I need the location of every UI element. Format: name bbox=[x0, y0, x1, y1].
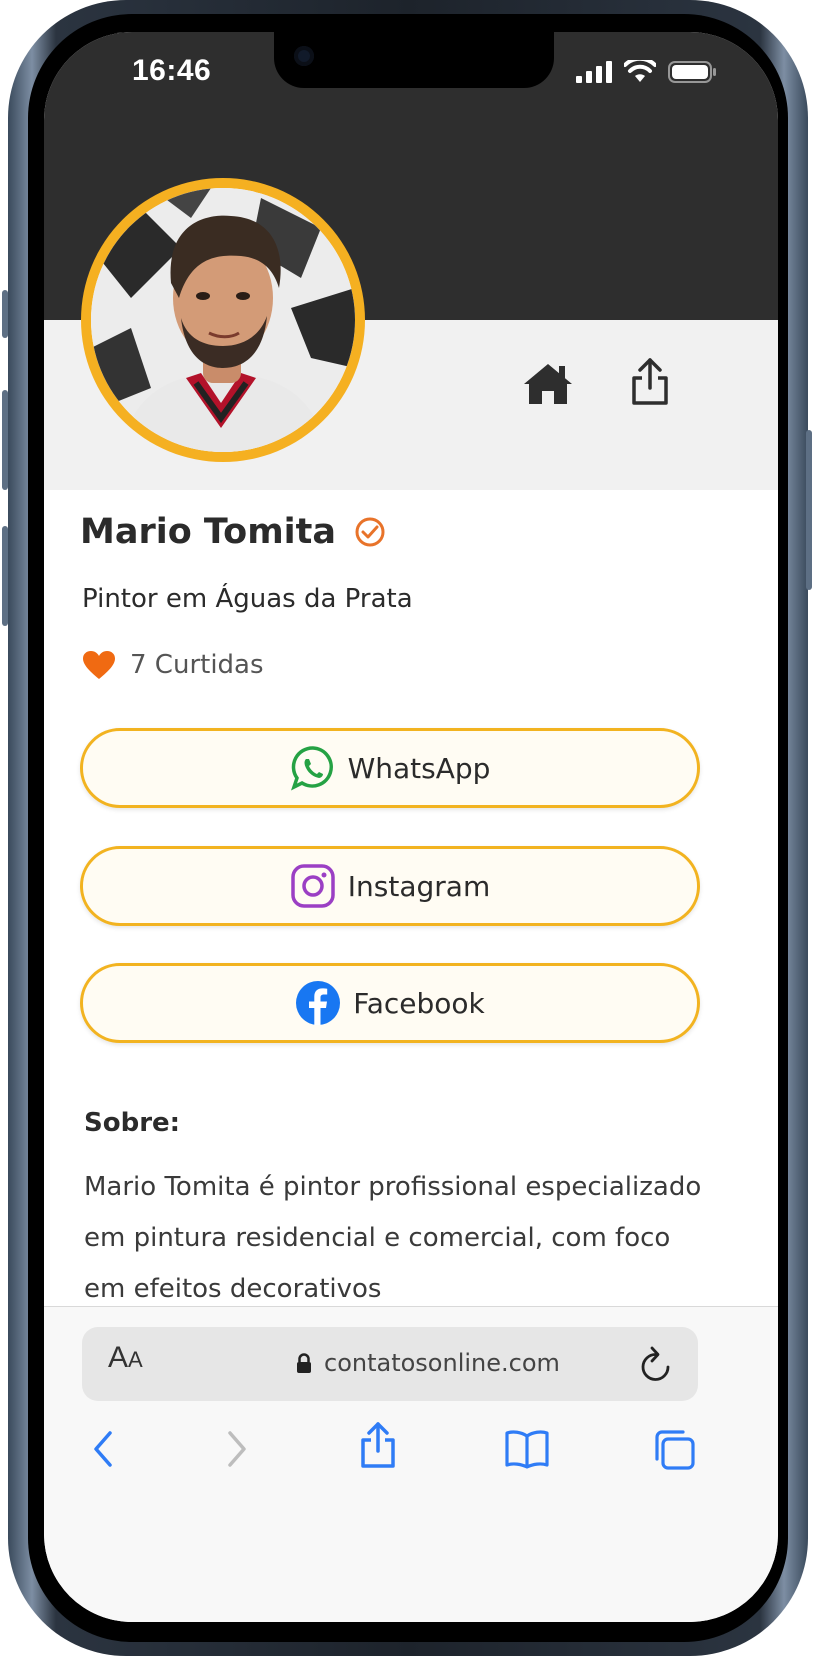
lock-icon bbox=[297, 1353, 311, 1373]
text-size-label-small: A bbox=[128, 1347, 143, 1372]
reload-icon[interactable] bbox=[638, 1345, 674, 1383]
verified-check-icon bbox=[355, 517, 385, 547]
forward-icon[interactable] bbox=[222, 1429, 252, 1469]
avatar-photo bbox=[91, 188, 355, 452]
profile-avatar bbox=[81, 178, 365, 462]
whatsapp-label: WhatsApp bbox=[347, 751, 491, 785]
share-sheet-icon[interactable] bbox=[358, 1421, 398, 1469]
address-bar[interactable]: AA contatosonline.com bbox=[82, 1327, 698, 1401]
likes-count: 7 Curtidas bbox=[130, 650, 264, 680]
heart-icon[interactable] bbox=[82, 650, 116, 680]
phone-screen: 16:46 Mario Tomita Pintor em Águas da Pr… bbox=[44, 32, 778, 1622]
front-camera bbox=[294, 46, 314, 66]
volume-up-button bbox=[2, 390, 8, 490]
power-button bbox=[806, 430, 812, 590]
facebook-button[interactable]: Facebook bbox=[80, 963, 700, 1043]
profile-name: Mario Tomita bbox=[80, 512, 337, 552]
about-text: Mario Tomita é pintor profissional espec… bbox=[84, 1172, 702, 1304]
home-icon[interactable] bbox=[522, 362, 574, 406]
bookmarks-icon[interactable] bbox=[504, 1429, 550, 1469]
volume-down-button bbox=[2, 526, 8, 626]
profile-name-row: Mario Tomita bbox=[80, 512, 386, 552]
status-icons bbox=[576, 60, 718, 84]
status-time: 16:46 bbox=[132, 54, 212, 87]
facebook-label: Facebook bbox=[353, 986, 485, 1020]
avatar-photo-illustration bbox=[91, 188, 355, 452]
whatsapp-icon bbox=[290, 746, 333, 791]
notch bbox=[274, 32, 554, 88]
share-icon[interactable] bbox=[630, 358, 670, 406]
whatsapp-button[interactable]: WhatsApp bbox=[80, 728, 700, 808]
text-size-label-large: A bbox=[108, 1341, 129, 1374]
safari-toolbar: AA contatosonline.com bbox=[44, 1306, 778, 1622]
profile-subtitle: Pintor em Águas da Prata bbox=[82, 584, 413, 614]
instagram-button[interactable]: Instagram bbox=[80, 846, 700, 926]
url-display[interactable]: contatosonline.com bbox=[296, 1349, 560, 1377]
facebook-icon bbox=[296, 981, 341, 1025]
instagram-label: Instagram bbox=[347, 869, 491, 903]
silent-switch bbox=[2, 290, 8, 338]
back-icon[interactable] bbox=[88, 1429, 118, 1469]
text-size-button[interactable]: AA bbox=[108, 1341, 143, 1375]
cellular-signal-icon bbox=[576, 61, 612, 83]
url-text: contatosonline.com bbox=[324, 1349, 560, 1377]
tabs-icon[interactable] bbox=[652, 1429, 696, 1471]
wifi-icon bbox=[624, 60, 656, 82]
battery-icon bbox=[668, 61, 716, 83]
instagram-icon bbox=[291, 864, 335, 908]
about-title: Sobre: bbox=[84, 1108, 181, 1138]
likes-row[interactable]: 7 Curtidas bbox=[82, 650, 264, 680]
